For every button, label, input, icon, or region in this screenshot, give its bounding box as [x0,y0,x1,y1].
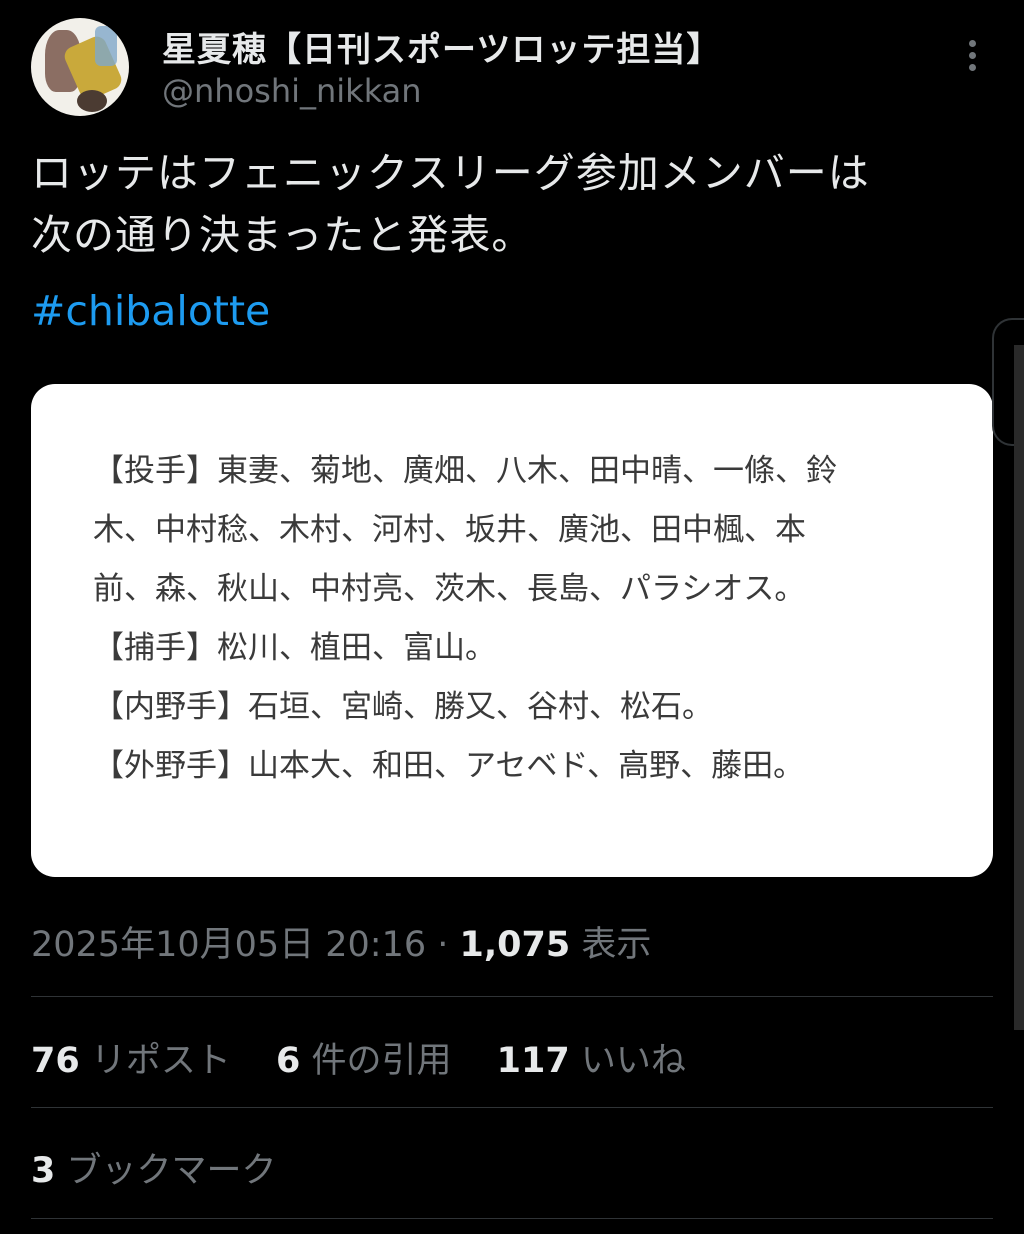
tweet-datetime[interactable]: 2025年10月05日 20:16 [31,925,426,965]
roster-line: 【投手】東妻、菊地、廣畑、八木、田中晴、一條、鈴 [93,453,837,489]
more-dot [969,52,976,59]
hashtag-link[interactable]: #chibalotte [31,280,270,342]
bookmarks-stat[interactable]: 3 ブックマーク [31,1142,277,1193]
views-count: 1,075 [459,925,571,965]
tweet-timestamp: 2025年10月05日 20:16 · 1,075 表示 [31,916,651,967]
author-avatar[interactable] [31,18,129,116]
meta-separator: · [426,925,460,965]
likes-count: 117 [496,1041,570,1081]
divider [31,1107,993,1108]
divider [31,996,993,997]
avatar-photo-detail [77,90,107,112]
roster-line: 【捕手】松川、植田、富山。 [93,630,496,666]
bookmarks-count: 3 [31,1151,56,1191]
views-label: 表示 [570,925,652,965]
quotes-count: 6 [276,1041,301,1081]
author-display-name[interactable]: 星夏穂【日刊スポーツロッテ担当】 [162,22,721,71]
avatar-photo-background [95,26,117,66]
divider [31,1218,993,1219]
roster-line: 木、中村稔、木村、河村、坂井、廣池、田中楓、本 [93,512,806,548]
author-handle[interactable]: @nhoshi_nikkan [162,72,422,110]
tweet-text-line: 次の通り決まったと発表。 [31,211,534,259]
scrollbar-track[interactable] [1014,345,1024,1030]
reposts-count: 76 [31,1041,80,1081]
likes-label: いいね [569,1041,686,1081]
tweet-text: ロッテはフェニックスリーグ参加メンバーは 次の通り決まったと発表。 [31,142,991,266]
media-image-card[interactable]: 【投手】東妻、菊地、廣畑、八木、田中晴、一條、鈴 木、中村稔、木村、河村、坂井、… [31,384,993,877]
more-dot [969,40,976,47]
reposts-label: リポスト [79,1041,231,1081]
quotes-stat[interactable]: 6 件の引用 [276,1041,452,1081]
likes-stat[interactable]: 117 いいね [497,1041,686,1081]
roster-text: 【投手】東妻、菊地、廣畑、八木、田中晴、一條、鈴 木、中村稔、木村、河村、坂井、… [93,442,973,796]
tweet-text-line: ロッテはフェニックスリーグ参加メンバーは [31,149,870,197]
roster-line: 【内野手】石垣、宮崎、勝又、谷村、松石。 [93,689,713,725]
reposts-stat[interactable]: 76 リポスト [31,1041,231,1081]
roster-line: 前、森、秋山、中村亮、茨木、長島、パラシオス。 [93,571,806,607]
roster-line: 【外野手】山本大、和田、アセベド、高野、藤田。 [93,748,805,784]
tweet-header: 星夏穂【日刊スポーツロッテ担当】 @nhoshi_nikkan [0,0,1024,130]
bookmarks-label: ブックマーク [55,1151,277,1191]
engagement-stats: 76 リポスト 6 件の引用 117 いいね [31,1032,720,1083]
quotes-label: 件の引用 [300,1041,452,1081]
more-options-icon[interactable] [958,36,988,76]
more-dot [969,64,976,71]
